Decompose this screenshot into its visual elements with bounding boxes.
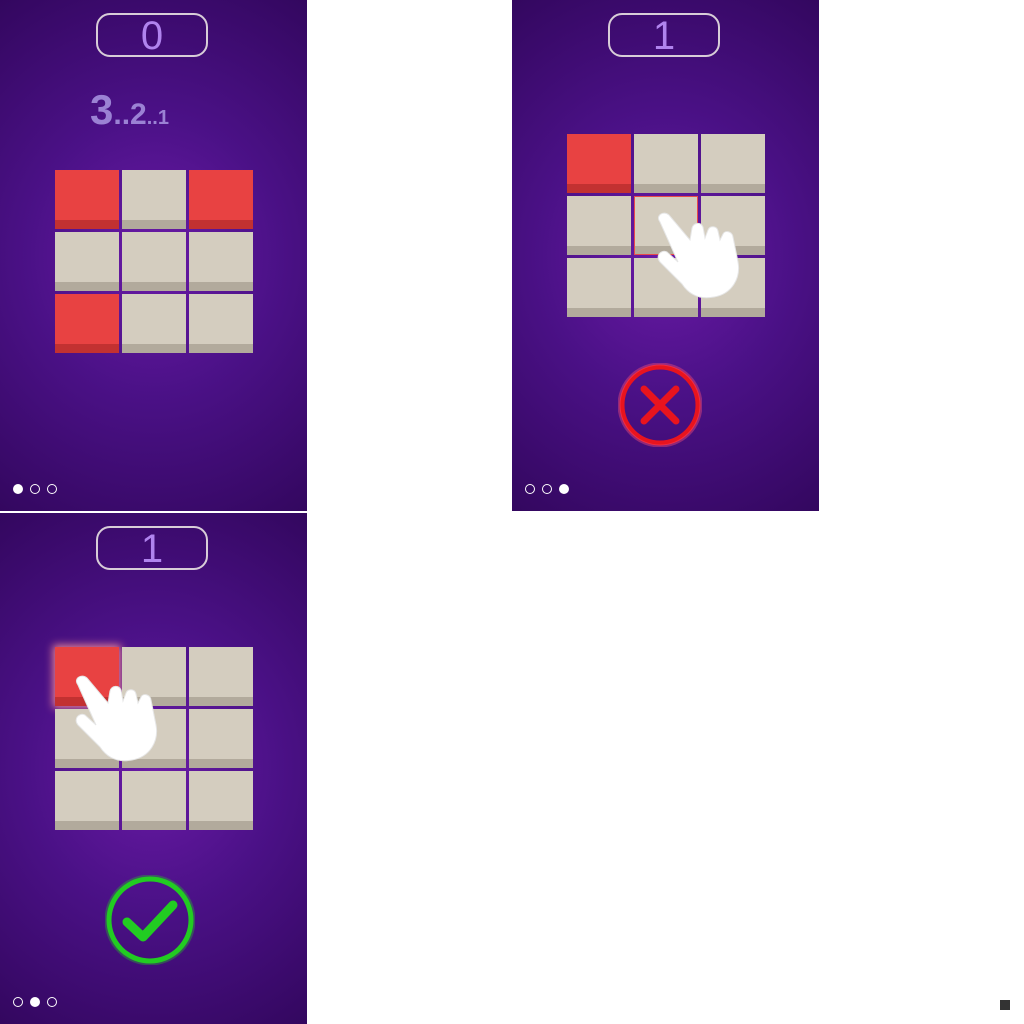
page-dot[interactable]	[525, 484, 535, 494]
countdown-1: 1	[157, 107, 169, 129]
grid-tile[interactable]	[122, 294, 186, 353]
page-indicator	[13, 484, 60, 498]
page-dot[interactable]	[13, 484, 23, 494]
score-counter: 0	[96, 13, 208, 57]
grid-tile[interactable]	[122, 232, 186, 291]
grid-tile[interactable]	[189, 232, 253, 291]
grid-tile[interactable]	[189, 647, 253, 706]
countdown-3: 3	[90, 86, 114, 133]
grid-tile[interactable]	[189, 294, 253, 353]
grid-tile[interactable]	[55, 294, 119, 353]
pointing-hand-icon	[75, 675, 158, 762]
page-dot[interactable]	[30, 997, 40, 1007]
countdown-separator: ..	[113, 98, 131, 131]
grid-tile[interactable]	[55, 232, 119, 291]
tutorial-screen-correct: 1	[0, 513, 307, 1024]
tutorial-screen-wrong: 1	[512, 0, 819, 511]
page-indicator	[13, 997, 60, 1011]
score-counter: 1	[96, 526, 208, 570]
grid-tile[interactable]	[189, 170, 253, 229]
tile-grid	[55, 170, 253, 355]
grid-tile[interactable]	[55, 170, 119, 229]
tutorial-screen-memorize: 0 3..2..1	[0, 0, 307, 511]
cross-icon	[618, 363, 702, 447]
page-dot[interactable]	[47, 484, 57, 494]
page-dot[interactable]	[559, 484, 569, 494]
score-counter: 1	[608, 13, 720, 57]
countdown-2: 2	[130, 98, 147, 131]
pointing-hand-icon	[657, 212, 740, 299]
grid-tile[interactable]	[122, 170, 186, 229]
page-indicator	[525, 484, 572, 498]
check-icon	[105, 875, 195, 965]
corner-marker	[1000, 1000, 1010, 1010]
countdown-text: 3..2..1	[90, 86, 220, 134]
grid-tile[interactable]	[634, 134, 698, 193]
grid-tile[interactable]	[189, 771, 253, 830]
page-dot[interactable]	[30, 484, 40, 494]
page-dot[interactable]	[47, 997, 57, 1007]
grid-tile[interactable]	[55, 771, 119, 830]
page-dot[interactable]	[542, 484, 552, 494]
grid-tile[interactable]	[567, 258, 631, 317]
grid-tile[interactable]	[189, 709, 253, 768]
grid-tile[interactable]	[701, 134, 765, 193]
countdown-separator: ..	[146, 107, 158, 129]
grid-tile[interactable]	[122, 771, 186, 830]
grid-tile[interactable]	[567, 196, 631, 255]
page-dot[interactable]	[13, 997, 23, 1007]
grid-tile[interactable]	[567, 134, 631, 193]
